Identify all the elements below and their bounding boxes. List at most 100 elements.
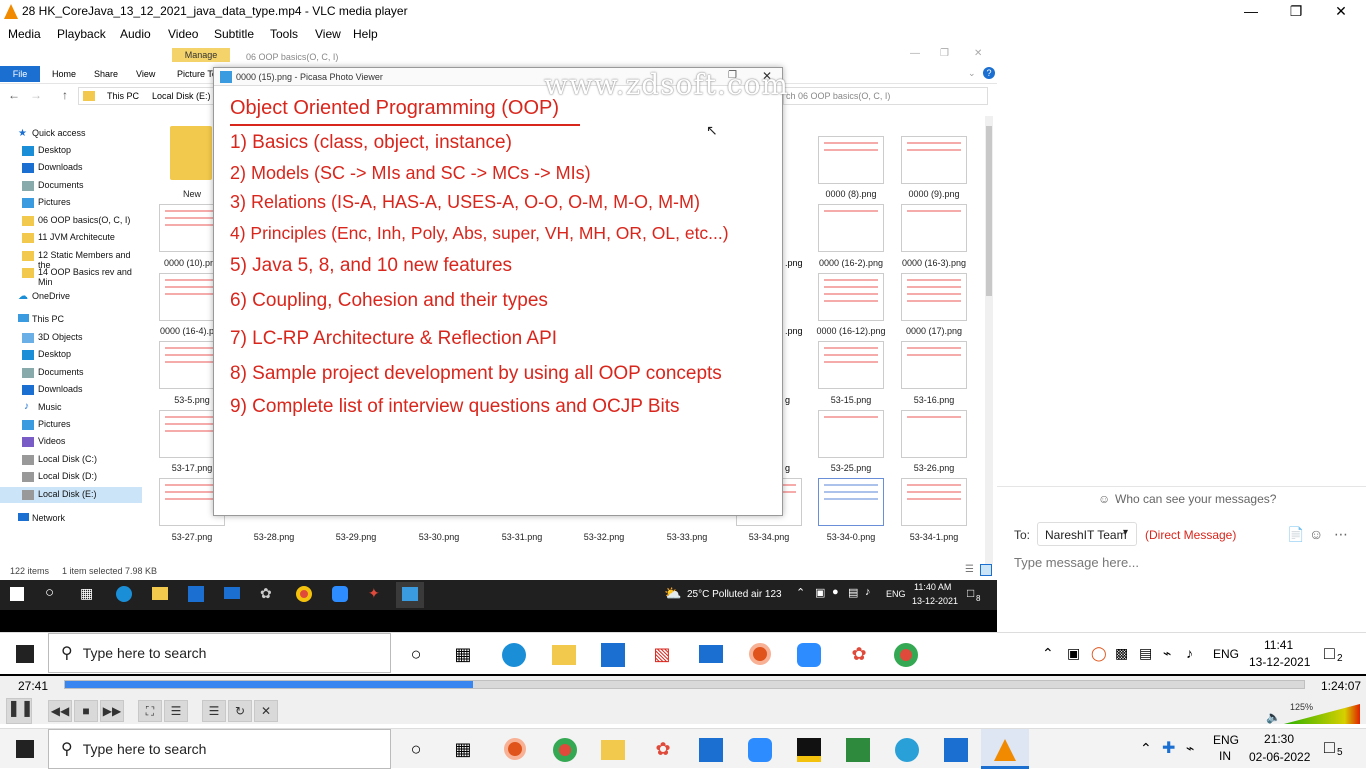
explorer-minimize[interactable]: — xyxy=(910,48,920,59)
playlist-button[interactable]: ☰ xyxy=(202,700,226,722)
seek-bar[interactable] xyxy=(64,680,1305,689)
cortana-icon[interactable]: ○ xyxy=(403,736,429,762)
clock-time[interactable]: 11:41 xyxy=(1264,638,1293,652)
nav-music[interactable]: Music xyxy=(38,402,62,412)
nav-documents[interactable]: Documents xyxy=(38,367,84,377)
region-indicator[interactable]: IN xyxy=(1219,749,1231,763)
file-thumbnail[interactable] xyxy=(818,341,884,389)
chevron-up-icon[interactable]: ⌃ xyxy=(796,586,805,599)
file-explorer-icon[interactable] xyxy=(552,645,576,665)
emoji-icon[interactable]: ☺ xyxy=(1309,526,1323,542)
nav-pictures[interactable]: Pictures xyxy=(38,419,71,429)
volume-slider[interactable] xyxy=(1284,704,1360,724)
file-thumbnail[interactable] xyxy=(818,204,884,252)
extended-settings-button[interactable]: ☰ xyxy=(164,700,188,722)
file-explorer-icon[interactable] xyxy=(601,740,625,760)
pause-button[interactable]: ❚❚ xyxy=(6,698,34,724)
file-thumbnail[interactable] xyxy=(818,478,884,526)
file-thumbnail[interactable] xyxy=(901,273,967,321)
store-icon[interactable] xyxy=(601,643,625,667)
menu-playback[interactable]: Playback xyxy=(57,27,106,41)
file-thumbnail[interactable] xyxy=(901,478,967,526)
back-icon[interactable]: ← xyxy=(8,88,20,102)
nav-quick-access[interactable]: Quick access xyxy=(32,128,86,138)
menu-view[interactable]: View xyxy=(315,27,341,41)
search-icon[interactable]: ○ xyxy=(45,584,54,601)
menu-help[interactable]: Help xyxy=(353,27,378,41)
windows-start-icon[interactable] xyxy=(10,587,24,601)
telegram-icon[interactable] xyxy=(895,738,919,762)
file-thumbnail[interactable] xyxy=(901,204,967,252)
next-button[interactable]: ▶▶ xyxy=(100,700,124,722)
mail-icon[interactable] xyxy=(224,587,240,599)
task-view-icon[interactable]: ▦ xyxy=(450,736,476,762)
manage-tab[interactable]: Manage xyxy=(172,48,230,62)
nav-quick-pictures[interactable]: Pictures xyxy=(38,197,71,207)
vlc-taskbar-item[interactable] xyxy=(981,729,1029,769)
nav-quick-folder-jvm[interactable]: 11 JVM Architecute xyxy=(38,232,115,242)
file-thumbnail[interactable] xyxy=(901,136,967,184)
address-bar[interactable]: This PC Local Disk (E:) xyxy=(78,87,228,105)
message-input[interactable]: Type message here... xyxy=(1014,555,1139,570)
app-icon[interactable]: ✦ xyxy=(368,585,380,602)
clock-date[interactable]: 13-12-2021 xyxy=(912,596,958,606)
nav-quick-downloads[interactable]: Downloads xyxy=(38,162,83,172)
task-view-icon[interactable]: ▦ xyxy=(450,641,476,667)
tray-icon[interactable]: ▤ xyxy=(1139,645,1152,662)
language-indicator[interactable]: ENG xyxy=(1213,733,1239,747)
notification-icon[interactable]: □ xyxy=(1324,643,1335,664)
file-icon[interactable]: 📄 xyxy=(1287,526,1304,543)
zoom-icon[interactable] xyxy=(332,586,348,602)
edge-icon[interactable] xyxy=(116,586,132,602)
store-icon[interactable] xyxy=(188,586,204,602)
nav-desktop[interactable]: Desktop xyxy=(38,349,71,359)
breadcrumb-local-disk[interactable]: Local Disk (E:) xyxy=(152,91,211,101)
notification-icon[interactable]: □ xyxy=(967,586,974,600)
file-thumbnail[interactable] xyxy=(901,410,967,458)
recipient-dropdown[interactable]: NareshIT Team ▾ xyxy=(1037,522,1137,546)
nav-quick-folder-rev[interactable]: 14 OOP Basics rev and Min xyxy=(38,267,142,287)
gift-icon[interactable]: ▧ xyxy=(649,641,675,667)
ribbon-file-tab[interactable]: File xyxy=(0,66,40,82)
nav-local-disk-c[interactable]: Local Disk (C:) xyxy=(38,454,97,464)
chevron-up-icon[interactable]: ⌃ xyxy=(1042,645,1054,662)
chrome-icon[interactable] xyxy=(553,738,577,762)
explorer-close[interactable]: ✕ xyxy=(974,48,982,59)
nav-quick-folder-oop[interactable]: 06 OOP basics(O, C, I) xyxy=(38,215,130,225)
taskbar-search-box[interactable]: ⚲ Type here to search xyxy=(48,633,391,673)
mail-icon[interactable] xyxy=(699,645,723,663)
sticky-notes-icon[interactable] xyxy=(797,738,821,762)
help-icon[interactable]: ? xyxy=(983,67,995,79)
tray-icon[interactable]: ▣ xyxy=(815,586,825,599)
nav-onedrive[interactable]: OneDrive xyxy=(32,291,70,301)
menu-subtitle[interactable]: Subtitle xyxy=(214,27,254,41)
stop-button[interactable]: ■ xyxy=(74,700,98,722)
restore-button[interactable]: ❐ xyxy=(1273,0,1319,24)
more-options-icon[interactable]: ⋯ xyxy=(1334,526,1348,543)
shuffle-button[interactable]: ✕ xyxy=(254,700,278,722)
chrome-icon[interactable] xyxy=(894,643,918,667)
menu-audio[interactable]: Audio xyxy=(120,27,151,41)
wifi-icon[interactable]: ⌁ xyxy=(1186,740,1194,757)
zoom-icon[interactable] xyxy=(797,643,821,667)
menu-media[interactable]: Media xyxy=(8,27,41,41)
mic-icon[interactable]: ● xyxy=(832,586,839,598)
clock-date[interactable]: 02-06-2022 xyxy=(1249,750,1310,764)
nav-3d-objects[interactable]: 3D Objects xyxy=(38,332,83,342)
file-explorer-icon[interactable] xyxy=(152,587,168,600)
file-thumbnail[interactable] xyxy=(818,410,884,458)
language-indicator[interactable]: ENG xyxy=(1213,647,1239,661)
taskbar-search-box[interactable]: ⚲ Type here to search xyxy=(48,729,391,769)
ribbon-picture-tools-tab[interactable]: Picture To xyxy=(177,69,217,79)
clock-date[interactable]: 13-12-2021 xyxy=(1249,655,1310,669)
breadcrumb-this-pc[interactable]: This PC xyxy=(107,91,139,101)
clock-time[interactable]: 21:30 xyxy=(1264,732,1294,746)
up-icon[interactable]: ↑ xyxy=(62,88,68,102)
chevron-up-icon[interactable]: ⌃ xyxy=(1140,740,1152,757)
wifi-icon[interactable]: ⌁ xyxy=(1163,645,1171,662)
nav-downloads[interactable]: Downloads xyxy=(38,384,83,394)
folder-icon[interactable] xyxy=(170,126,212,180)
edge-icon[interactable] xyxy=(502,643,526,667)
previous-button[interactable]: ◀◀ xyxy=(48,700,72,722)
windows-start-icon[interactable] xyxy=(16,645,34,663)
